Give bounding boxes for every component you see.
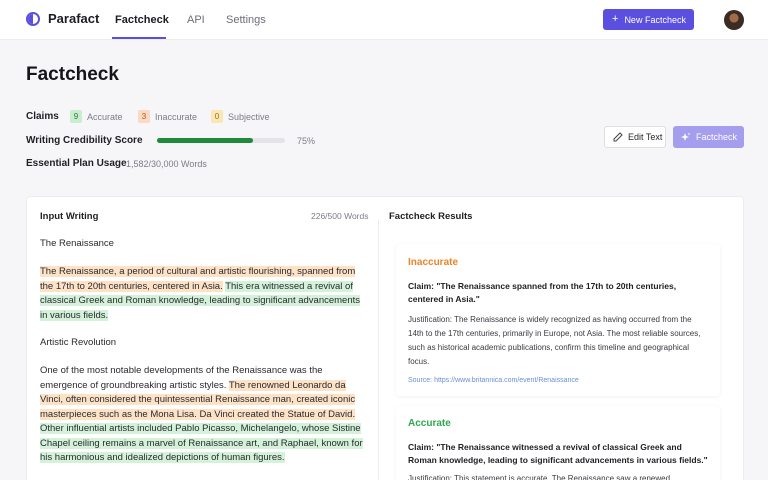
claims-label: Claims bbox=[26, 111, 59, 122]
sparkle-icon bbox=[681, 132, 691, 141]
credibility-label: Writing Credibility Score bbox=[26, 135, 143, 146]
input-paragraph-2[interactable]: One of the most notable developments of … bbox=[40, 364, 370, 466]
subjective-label: Subjective bbox=[228, 112, 270, 122]
result-claim: Claim: "The Renaissance spanned from the… bbox=[408, 281, 677, 304]
input-writing-title: Input Writing bbox=[40, 211, 99, 222]
accurate-highlight[interactable]: Other influential artists included Pablo… bbox=[40, 423, 363, 463]
panel-divider bbox=[378, 220, 379, 480]
avatar[interactable] bbox=[724, 10, 744, 30]
logo-icon bbox=[26, 12, 40, 26]
tab-settings[interactable]: Settings bbox=[226, 14, 266, 26]
tab-factcheck[interactable]: Factcheck bbox=[115, 14, 169, 26]
accurate-count-badge: 9 bbox=[70, 110, 82, 123]
credibility-progress-fill bbox=[157, 138, 253, 143]
input-heading-1: The Renaissance bbox=[40, 238, 114, 249]
active-tab-indicator bbox=[112, 37, 166, 39]
subjective-count-badge: 0 bbox=[211, 110, 223, 123]
credibility-value: 75% bbox=[297, 136, 316, 146]
accurate-label: Accurate bbox=[87, 112, 123, 122]
word-count: 226/500 Words bbox=[311, 211, 369, 221]
page-title: Factcheck bbox=[26, 64, 119, 85]
new-factcheck-button[interactable]: + New Factcheck bbox=[603, 9, 694, 30]
result-justification: Justification: This statement is accurat… bbox=[408, 474, 671, 480]
input-heading-2: Artistic Revolution bbox=[40, 337, 117, 348]
factcheck-button[interactable]: Factcheck bbox=[673, 126, 744, 148]
inaccurate-count-badge: 3 bbox=[138, 110, 150, 123]
credibility-progress-bar bbox=[157, 138, 285, 143]
result-status: Accurate bbox=[408, 418, 451, 429]
tab-api[interactable]: API bbox=[187, 14, 205, 26]
factcheck-results-title: Factcheck Results bbox=[389, 211, 473, 222]
result-claim: Claim: "The Renaissance witnessed a revi… bbox=[408, 442, 708, 465]
result-justification: Justification: The Renaissance is widely… bbox=[408, 315, 701, 366]
edit-text-button[interactable]: Edit Text bbox=[604, 126, 666, 148]
input-paragraph-1[interactable]: The Renaissance, a period of cultural an… bbox=[40, 265, 370, 323]
inaccurate-label: Inaccurate bbox=[155, 112, 198, 122]
result-status: Inaccurate bbox=[408, 257, 459, 268]
new-factcheck-label: New Factcheck bbox=[624, 14, 686, 25]
plus-icon: + bbox=[612, 13, 619, 25]
brand-name: Parafact bbox=[48, 11, 100, 26]
factcheck-label: Factcheck bbox=[696, 132, 738, 142]
usage-value: 1,582/30,000 Words bbox=[126, 159, 207, 169]
usage-label: Essential Plan Usage bbox=[26, 158, 127, 169]
result-source-link[interactable]: Source: https://www.britannica.com/event… bbox=[408, 377, 579, 384]
pencil-icon bbox=[613, 132, 623, 142]
edit-text-label: Edit Text bbox=[628, 132, 663, 142]
top-nav: Parafact Factcheck API Settings + New Fa… bbox=[0, 0, 768, 40]
